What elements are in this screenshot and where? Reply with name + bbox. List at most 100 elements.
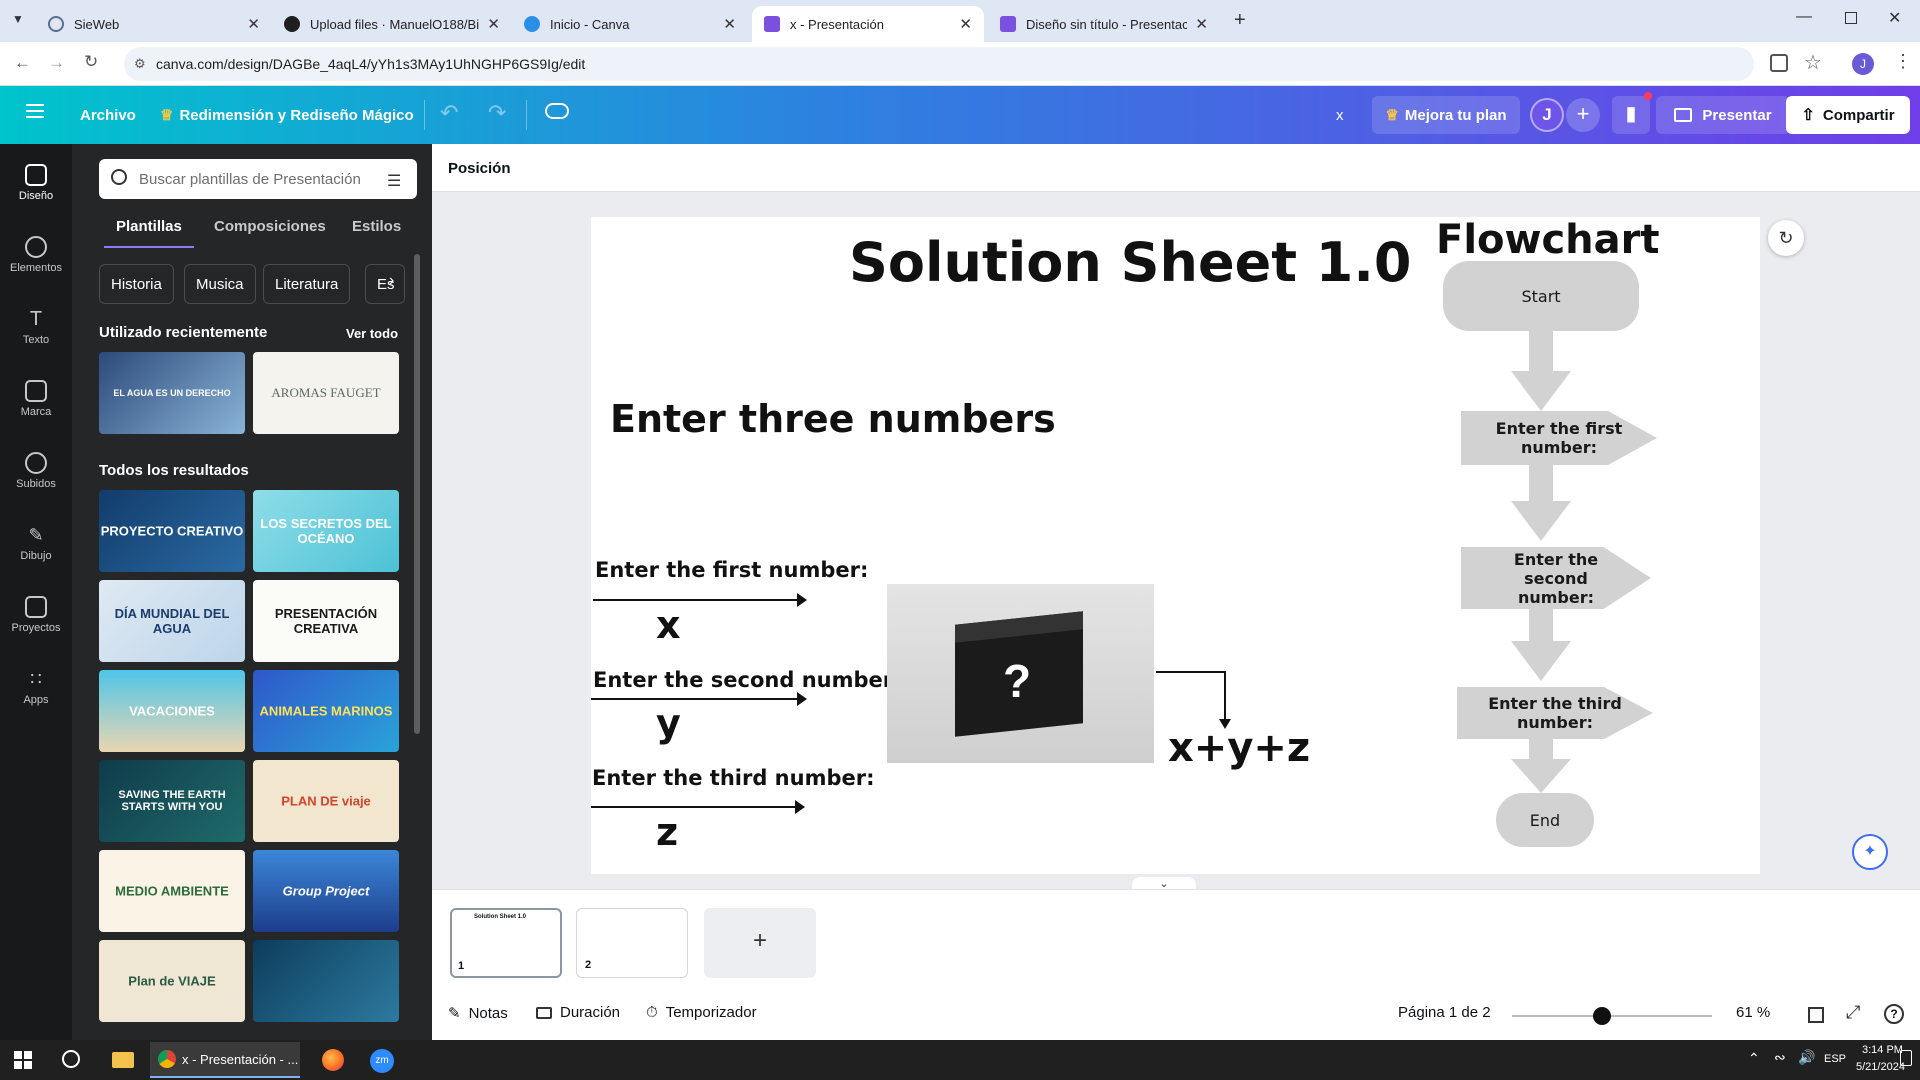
mystery-box-image[interactable]: ?: [887, 584, 1154, 763]
close-window-button[interactable]: ✕: [1888, 8, 1901, 28]
invite-plus-icon[interactable]: +: [1566, 98, 1600, 132]
hamburger-menu-icon[interactable]: [26, 104, 44, 118]
tab-composiciones[interactable]: Composiciones: [214, 218, 326, 235]
close-icon[interactable]: ✕: [723, 15, 736, 33]
wifi-icon[interactable]: ∾: [1774, 1049, 1786, 1066]
language-indicator[interactable]: ESP: [1824, 1053, 1846, 1065]
bookmark-star-icon[interactable]: ☆: [1804, 50, 1822, 75]
chip-literatura[interactable]: Literatura: [263, 264, 351, 304]
tab-search-chevron-icon[interactable]: ▼: [12, 12, 24, 26]
notes-button[interactable]: ✎ Notas: [448, 1004, 508, 1023]
profile-avatar[interactable]: J: [1852, 53, 1874, 75]
rail-item-dibujo[interactable]: ✎ Dibujo: [0, 524, 72, 562]
add-page-button[interactable]: +: [704, 908, 816, 978]
input1-label[interactable]: Enter the first number:: [595, 558, 868, 582]
minimize-window-button[interactable]: —: [1796, 8, 1812, 26]
slide-canvas[interactable]: Solution Sheet 1.0 Flowchart Enter three…: [591, 217, 1760, 874]
close-icon[interactable]: ✕: [487, 15, 500, 33]
forward-arrow-icon[interactable]: →: [48, 53, 65, 73]
volume-icon[interactable]: 🔊: [1798, 1049, 1815, 1066]
template-thumb[interactable]: PROYECTO CREATIVO: [99, 490, 245, 572]
rail-item-diseno[interactable]: Diseño: [0, 164, 72, 202]
browser-tab-presentacion-active[interactable]: x - Presentación ✕: [752, 6, 984, 42]
chip-es[interactable]: Es: [365, 264, 405, 304]
template-thumb[interactable]: Group Project: [253, 850, 399, 932]
new-tab-button[interactable]: +: [1234, 9, 1246, 32]
clock-date[interactable]: 5/21/2024: [1856, 1061, 1905, 1073]
input3-label[interactable]: Enter the third number:: [592, 766, 875, 790]
refresh-comment-icon[interactable]: ↻: [1768, 220, 1804, 256]
position-button[interactable]: Posición: [448, 160, 511, 177]
template-search-input[interactable]: Buscar plantillas de Presentación ☰: [99, 159, 417, 199]
chip-historia[interactable]: Historia: [99, 264, 174, 304]
close-icon[interactable]: ✕: [959, 15, 972, 33]
help-icon[interactable]: ?: [1884, 1004, 1904, 1024]
rail-item-proyectos[interactable]: Proyectos: [0, 596, 72, 634]
notification-icon[interactable]: [1900, 1050, 1912, 1066]
output-sum[interactable]: x+y+z: [1168, 725, 1310, 771]
input2-variable[interactable]: y: [656, 701, 681, 745]
page-indicator[interactable]: Página 1 de 2: [1398, 1004, 1491, 1021]
tray-chevron-icon[interactable]: ⌃: [1748, 1050, 1760, 1067]
timer-button[interactable]: ⏱ Temporizador: [646, 1004, 757, 1021]
rail-item-apps[interactable]: ∷ Apps: [0, 668, 72, 706]
upgrade-plan-button[interactable]: ♕ Mejora tu plan: [1372, 96, 1520, 134]
flow-step3-node[interactable]: Enter the third number:: [1457, 687, 1653, 739]
firefox-icon[interactable]: [322, 1049, 344, 1071]
magic-assistant-icon[interactable]: ✦: [1852, 834, 1888, 870]
browser-tab-inicio-canva[interactable]: Inicio - Canva ✕: [512, 6, 748, 42]
cloud-save-icon[interactable]: [545, 103, 569, 119]
slide-title[interactable]: Solution Sheet 1.0: [849, 231, 1411, 294]
template-thumb[interactable]: ANIMALES MARINOS: [253, 670, 399, 752]
see-all-link[interactable]: Ver todo: [346, 326, 398, 341]
taskbar-search-icon[interactable]: [62, 1050, 80, 1068]
template-thumb[interactable]: DÍA MUNDIAL DEL AGUA: [99, 580, 245, 662]
browser-menu-icon[interactable]: ⋮: [1894, 51, 1912, 72]
reload-icon[interactable]: ↻: [84, 52, 98, 72]
url-field[interactable]: ⚙ canva.com/design/DAGBe_4aqL4/yYh1s3MAy…: [124, 47, 1822, 81]
flow-end-node[interactable]: End: [1496, 793, 1594, 847]
rail-item-marca[interactable]: Marca: [0, 380, 72, 418]
slide-subtitle[interactable]: Enter three numbers: [610, 397, 1056, 441]
template-thumb[interactable]: LOS SECRETOS DEL OCÉANO: [253, 490, 399, 572]
duration-button[interactable]: Duración: [536, 1004, 620, 1021]
taskbar-chrome-window[interactable]: x - Presentación - ...: [150, 1042, 300, 1078]
zoom-app-icon[interactable]: zm: [370, 1049, 394, 1073]
template-thumb[interactable]: PLAN DE viaje: [253, 760, 399, 842]
panel-scrollbar[interactable]: [414, 254, 420, 734]
zoom-level[interactable]: 61 %: [1736, 1004, 1770, 1021]
undo-icon[interactable]: ↶: [440, 100, 458, 126]
rail-item-subidos[interactable]: Subidos: [0, 452, 72, 490]
input3-variable[interactable]: z: [656, 810, 678, 854]
flowchart-title[interactable]: Flowchart: [1436, 217, 1660, 263]
template-thumb[interactable]: SAVING THE EARTH STARTS WITH YOU: [99, 760, 245, 842]
clock-time[interactable]: 3:14 PM: [1862, 1044, 1903, 1056]
browser-tab-sieweb[interactable]: SieWeb ✕: [36, 6, 272, 42]
chip-musica[interactable]: Musica: [184, 264, 256, 304]
input1-variable[interactable]: x: [656, 603, 681, 647]
windows-start-icon[interactable]: [14, 1051, 32, 1069]
page-thumbnail-2[interactable]: 2: [576, 908, 688, 978]
zoom-slider-track[interactable]: [1512, 1015, 1712, 1017]
rail-item-texto[interactable]: T Texto: [0, 308, 72, 346]
recent-template-1[interactable]: EL AGUA ES UN DERECHO: [99, 352, 245, 434]
template-thumb[interactable]: PRESENTACIÓN CREATIVA: [253, 580, 399, 662]
browser-tab-github[interactable]: Upload files · ManuelO188/Bim ✕: [272, 6, 512, 42]
rail-item-elementos[interactable]: Elementos: [0, 236, 72, 274]
browser-tab-diseno-sin-titulo[interactable]: Diseño sin título - Presentación ✕: [988, 6, 1220, 42]
restore-window-button[interactable]: [1845, 12, 1857, 24]
fullscreen-icon[interactable]: ⤢: [1846, 1002, 1860, 1023]
zoom-slider-thumb[interactable]: [1593, 1007, 1611, 1025]
archivo-menu-button[interactable]: Archivo: [80, 96, 136, 134]
tab-plantillas[interactable]: Plantillas: [116, 218, 182, 235]
flow-step2-node[interactable]: Enter the second number:: [1461, 547, 1651, 609]
magic-resize-button[interactable]: ♕ Redimensión y Rediseño Mágico: [160, 96, 414, 134]
input2-label[interactable]: Enter the second number:: [593, 668, 902, 692]
chips-scroll-chevron-icon[interactable]: ›: [389, 272, 394, 290]
tab-estilos[interactable]: Estilos: [352, 218, 401, 235]
design-title[interactable]: x: [1336, 96, 1344, 134]
user-avatar[interactable]: J: [1530, 98, 1564, 132]
grid-view-icon[interactable]: [1808, 1007, 1824, 1023]
close-icon[interactable]: ✕: [1195, 15, 1208, 33]
translate-icon[interactable]: [1770, 54, 1788, 72]
